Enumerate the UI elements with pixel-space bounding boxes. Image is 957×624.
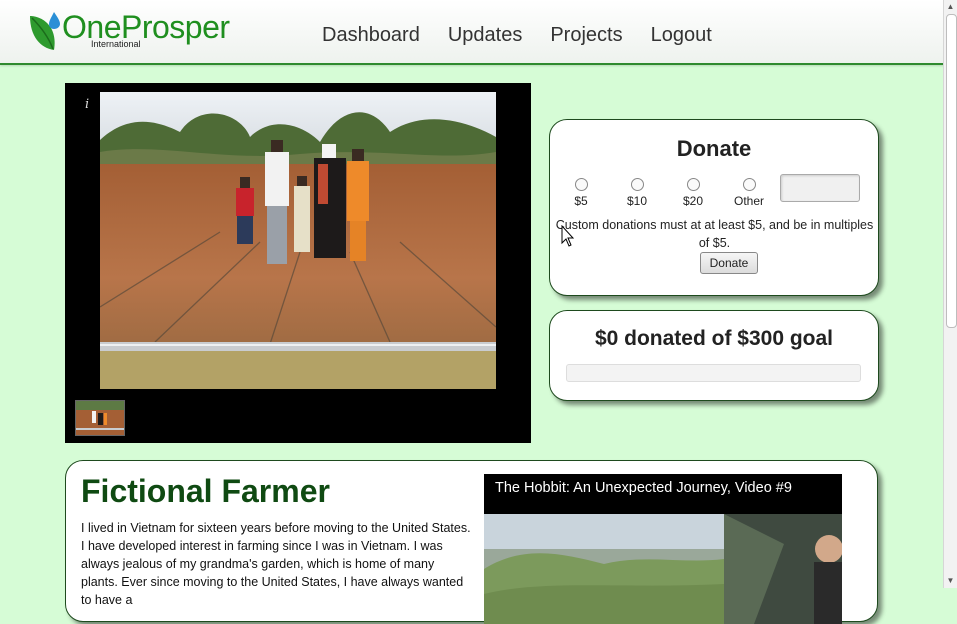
donate-option-label: $10 xyxy=(626,194,648,208)
photo-gallery: i xyxy=(65,83,531,443)
scroll-down-arrow-icon[interactable]: ▼ xyxy=(944,574,957,588)
gallery-thumbnail[interactable] xyxy=(75,400,125,436)
scrollbar-thumb[interactable] xyxy=(946,14,957,328)
main-nav: Dashboard Updates Projects Logout xyxy=(322,24,712,47)
logo-subtitle: International xyxy=(91,39,141,49)
site-logo[interactable]: OneProsper International xyxy=(28,10,248,56)
donate-option-label: $20 xyxy=(682,194,704,208)
video-frame[interactable] xyxy=(484,514,842,624)
video-title[interactable]: The Hobbit: An Unexpected Journey, Video… xyxy=(495,480,792,496)
donate-option-label: Other xyxy=(733,194,764,208)
donate-option-label: $5 xyxy=(574,194,588,208)
site-header: OneProsper International Dashboard Updat… xyxy=(0,0,944,65)
donate-option-10[interactable]: $10 xyxy=(617,178,657,208)
radio-button[interactable] xyxy=(686,178,700,191)
info-icon[interactable]: i xyxy=(85,97,89,112)
mouse-cursor-icon xyxy=(561,225,575,247)
donate-option-5[interactable]: $5 xyxy=(561,178,601,208)
nav-projects[interactable]: Projects xyxy=(550,24,622,47)
page-scrollbar[interactable]: ▲ ▼ xyxy=(943,0,957,588)
main-photo[interactable] xyxy=(100,92,496,389)
farmer-name-heading: Fictional Farmer xyxy=(81,473,330,509)
leaf-drop-icon xyxy=(30,12,60,50)
video-player[interactable]: The Hobbit: An Unexpected Journey, Video… xyxy=(484,474,842,624)
donate-heading: Donate xyxy=(676,136,752,161)
farmer-bio-text: I lived in Vietnam for sixteen years bef… xyxy=(81,521,471,607)
radio-button[interactable] xyxy=(630,178,644,191)
donate-card: Donate $5 $10 $20 Other Custom donations… xyxy=(549,119,879,296)
donate-option-other[interactable]: Other xyxy=(729,178,769,208)
donate-option-20[interactable]: $20 xyxy=(673,178,713,208)
nav-updates[interactable]: Updates xyxy=(448,24,523,47)
farmer-story-card: Fictional Farmer I lived in Vietnam for … xyxy=(65,460,878,624)
logo-wordmark: OneProsper xyxy=(62,9,230,45)
radio-button[interactable] xyxy=(742,178,756,191)
donation-rule-note: Custom donations must at at least $5, an… xyxy=(555,218,874,250)
custom-amount-input[interactable] xyxy=(780,174,860,202)
radio-button[interactable] xyxy=(574,178,588,191)
scroll-up-arrow-icon[interactable]: ▲ xyxy=(944,0,957,14)
goal-card: $0 donated of $300 goal xyxy=(549,310,879,401)
nav-logout[interactable]: Logout xyxy=(651,24,712,47)
goal-progress-bar xyxy=(566,364,861,382)
nav-dashboard[interactable]: Dashboard xyxy=(322,24,420,47)
goal-status-text: $0 donated of $300 goal xyxy=(594,327,834,350)
donate-button[interactable]: Donate xyxy=(700,252,758,274)
